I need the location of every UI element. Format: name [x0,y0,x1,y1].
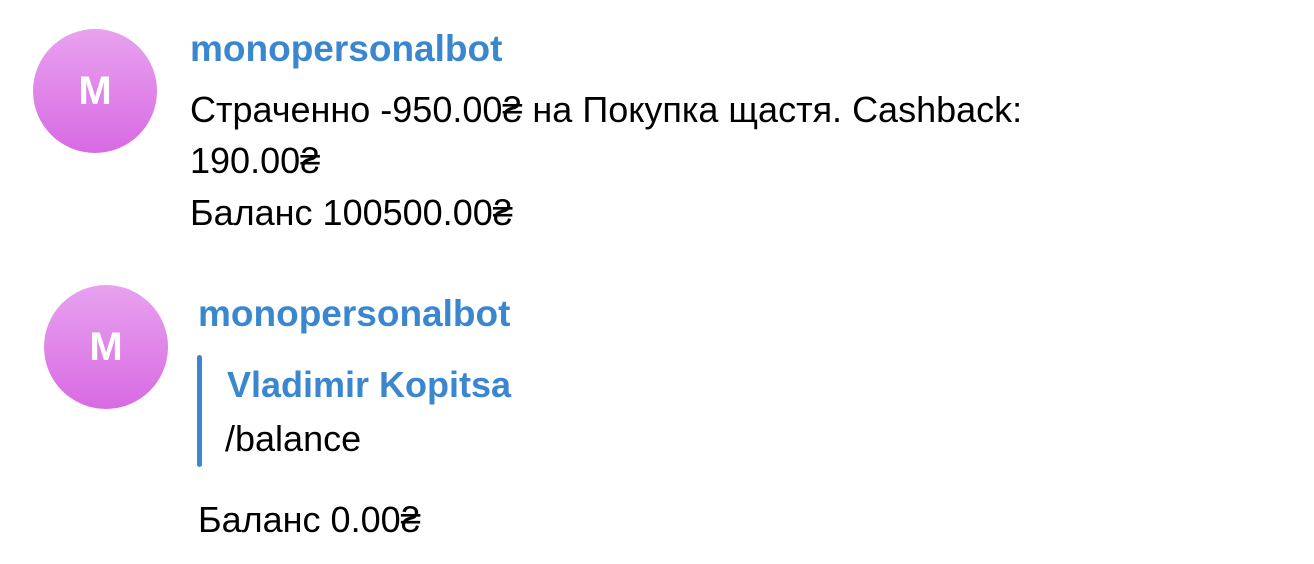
sender-name[interactable]: monopersonalbot [198,292,510,336]
message-text-line: Страченно -950.00₴ на Покупка щастя. Cas… [190,89,1023,130]
reply-author: Vladimir Kopitsa [227,364,512,405]
message-text-line: Баланс 100500.00₴ [190,192,513,233]
sender-name[interactable]: monopersonalbot [190,27,502,71]
reply-quote[interactable]: Vladimir Kopitsa /balance [197,355,697,467]
avatar[interactable]: M [44,285,168,409]
reply-quote-bar [197,355,202,467]
avatar[interactable]: M [33,29,157,153]
message-text-line: 190.00₴ [190,140,321,181]
message-text-line: Баланс 0.00₴ [198,499,421,540]
reply-text: /balance [225,418,362,459]
